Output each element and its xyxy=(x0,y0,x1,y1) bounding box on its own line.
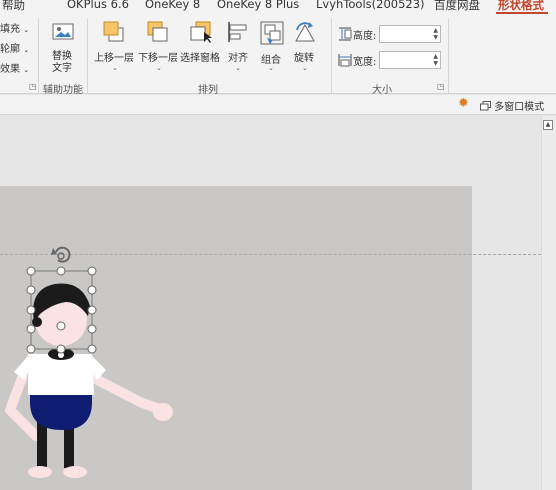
left-sleeve xyxy=(14,356,30,380)
separator xyxy=(331,18,332,94)
rotate-icon xyxy=(295,22,315,42)
rotate-handle-icon[interactable] xyxy=(51,246,71,263)
left-leg xyxy=(37,422,47,468)
multi-window-label: 多窗口模式 xyxy=(494,102,545,113)
height-label: 高度: xyxy=(353,31,377,42)
ribbon: 填充 ⌄ 轮廓 ⌄ 效果 ⌄ ◳ 替换 文字 辅助功能 上移一层 ⌄ 下移一层 … xyxy=(0,14,556,96)
height-input[interactable]: ▲ ▼ xyxy=(379,25,441,43)
tab-lvyhtools[interactable]: LvyhTools(200523) xyxy=(316,0,425,11)
gear-icon[interactable]: ✹ xyxy=(458,97,472,111)
bring-forward-button[interactable]: 上移一层 ⌄ xyxy=(92,18,136,78)
tab-baidu-netdisk[interactable]: 百度网盘 xyxy=(434,0,480,13)
send-backward-button[interactable]: 下移一层 ⌄ xyxy=(136,18,180,78)
left-foot xyxy=(28,466,52,478)
chevron-down-icon: ⌄ xyxy=(235,64,241,72)
group-icon xyxy=(260,21,284,45)
tab-help[interactable]: 帮助 xyxy=(2,0,25,13)
spin-down-icon[interactable]: ▼ xyxy=(433,61,438,67)
ribbon-tabs: 帮助 OKPlus 6.6 OneKey 8 OneKey 8 Plus Lvy… xyxy=(0,0,556,14)
accessibility-group-label: 辅助功能 xyxy=(43,85,83,96)
send-backward-icon xyxy=(147,21,168,42)
right-hand xyxy=(153,403,173,421)
tab-onekey8plus[interactable]: OneKey 8 Plus xyxy=(217,0,299,11)
vertical-scrollbar[interactable] xyxy=(541,116,556,490)
tab-onekey8[interactable]: OneKey 8 xyxy=(145,0,200,11)
size-group-label: 大小 xyxy=(372,85,392,96)
bring-forward-label: 上移一层 xyxy=(94,53,134,64)
shape-effects-button[interactable]: 效果 ⌄ xyxy=(0,60,29,75)
alt-text-button[interactable]: 替换 文字 xyxy=(46,20,80,76)
width-label: 宽度: xyxy=(353,57,377,68)
right-foot xyxy=(63,466,87,478)
width-input[interactable]: ▲ ▼ xyxy=(379,51,441,69)
multi-window-button[interactable]: 多窗口模式 xyxy=(480,98,544,113)
scroll-up-icon[interactable]: ▲ xyxy=(543,120,553,130)
width-icon xyxy=(338,54,352,67)
send-backward-label: 下移一层 xyxy=(138,53,178,64)
size-launcher-icon[interactable]: ◳ xyxy=(437,82,445,91)
height-icon xyxy=(339,27,352,41)
shape-outline-button[interactable]: 轮廓 ⌄ xyxy=(0,40,29,55)
selection-pane-button[interactable]: 选择窗格 xyxy=(180,18,222,78)
chevron-down-icon: ⌄ xyxy=(268,64,274,72)
chevron-down-icon: ⌄ xyxy=(302,64,308,72)
rotate-button[interactable]: 旋转 ⌄ xyxy=(290,18,320,78)
separator xyxy=(38,18,39,94)
bring-forward-icon xyxy=(103,21,124,42)
spin-down-icon[interactable]: ▼ xyxy=(433,35,438,41)
separator xyxy=(87,18,88,94)
group-button[interactable]: 组合 ⌄ xyxy=(256,18,286,78)
right-arm xyxy=(85,371,167,415)
align-label: 对齐 xyxy=(228,53,248,64)
alt-text-label-2: 文字 xyxy=(52,63,72,74)
shape-styles-launcher-icon[interactable]: ◳ xyxy=(29,82,37,91)
chevron-down-icon: ⌄ xyxy=(112,64,118,72)
arrange-group-label: 排列 xyxy=(198,85,218,96)
selection-pane-label: 选择窗格 xyxy=(180,53,220,64)
shirt xyxy=(28,354,94,395)
rotate-label: 旋转 xyxy=(294,53,314,64)
window-icon xyxy=(480,101,491,111)
shape-fill-button[interactable]: 填充 ⌄ xyxy=(0,20,29,35)
align-button[interactable]: 对齐 ⌄ xyxy=(224,18,252,78)
align-icon xyxy=(228,22,247,42)
chevron-down-icon: ⌄ xyxy=(156,64,162,72)
selection-pane-icon xyxy=(190,21,212,43)
tab-okplus[interactable]: OKPlus 6.6 xyxy=(67,0,129,11)
separator xyxy=(448,18,449,94)
character-illustration[interactable] xyxy=(0,230,190,490)
alt-text-icon xyxy=(52,23,74,40)
view-bar: ✹ 多窗口模式 xyxy=(0,95,556,115)
